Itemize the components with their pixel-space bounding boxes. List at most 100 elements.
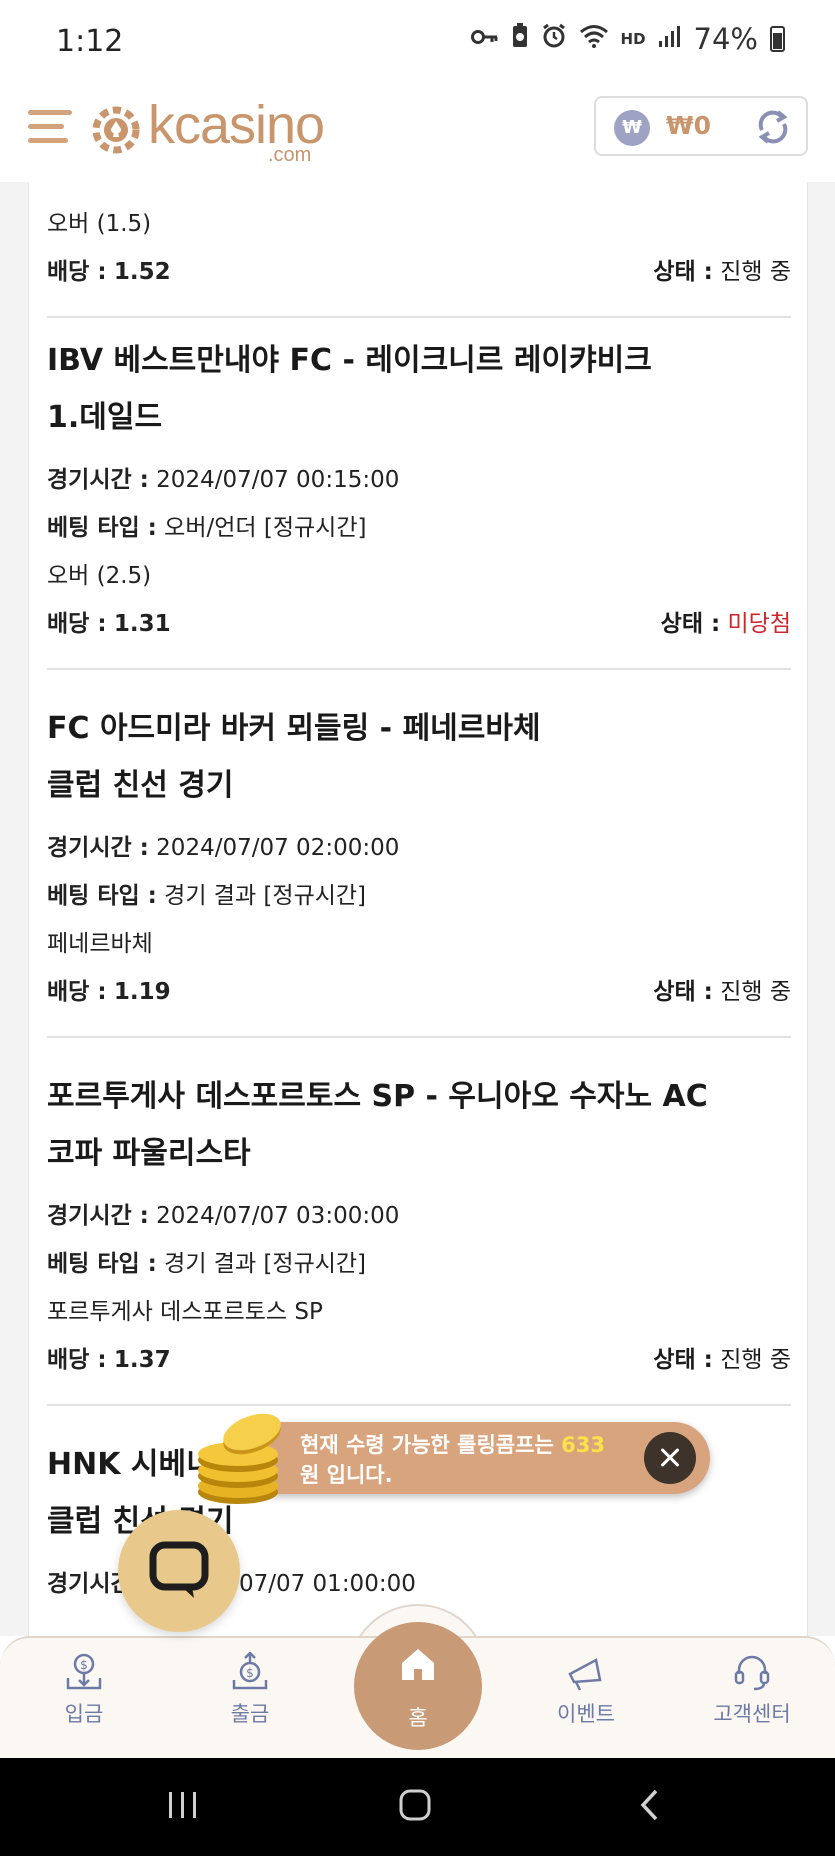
nav-events[interactable]: 이벤트 (526, 1652, 646, 1728)
status-label: 상태 : (653, 1347, 713, 1373)
nav-deposit[interactable]: $ 입금 (24, 1652, 144, 1728)
megaphone-icon (568, 1658, 602, 1691)
home-system-icon[interactable] (398, 1788, 432, 1826)
match-title-line2: 클럽 친선 경기 (47, 768, 234, 803)
match-time: 경기시간 : 2024/07/07 03:00:00 (47, 1196, 399, 1230)
divider (47, 316, 791, 318)
kcasino-logo[interactable]: kcasino .com (92, 94, 332, 166)
bet-history-list: 오버 (1.5) 배당 : 1.52 상태 : 진행 중 IBV 베스트만내야 … (28, 182, 808, 1636)
bet-type-label: 베팅 타입 : (47, 883, 157, 909)
bet-odds: 배당 : 1.52 (47, 252, 171, 286)
nav-support[interactable]: 고객센터 (692, 1652, 812, 1728)
bet-type: 베팅 타입 : 오버/언더 [정규시간] (47, 508, 366, 542)
clock: 1:12 (56, 24, 124, 59)
withdraw-icon: $ (232, 1652, 268, 1690)
alarm-icon (541, 23, 567, 56)
odds-value: 1.31 (113, 611, 171, 637)
nav-deposit-label: 입금 (64, 1702, 104, 1726)
status-label: 상태 : (653, 979, 713, 1005)
divider (47, 1404, 791, 1406)
headset-icon (734, 1655, 770, 1691)
won-coin-icon: ₩ (614, 110, 650, 146)
recent-apps-icon[interactable] (166, 1788, 200, 1826)
chat-button[interactable] (118, 1510, 240, 1632)
key-icon (470, 24, 499, 54)
logo-domain: .com (268, 144, 312, 166)
match-title-line2: 코파 파울리스타 (47, 1136, 251, 1171)
back-icon[interactable] (634, 1788, 668, 1826)
status-bar: 1:12 HD 74% (0, 0, 835, 86)
odds-value: 1.37 (113, 1347, 171, 1373)
match-time-value: 2024/07/07 02:00:00 (156, 835, 400, 861)
rolling-comp-toast[interactable]: 현재 수령 가능한 롤링콤프는 633 원 입니다. (238, 1422, 710, 1494)
odds-label: 배당 : (47, 259, 107, 285)
poker-chip-icon (92, 106, 140, 154)
status-label: 상태 : (660, 611, 721, 637)
odds-value: 1.52 (113, 259, 171, 285)
app-header: kcasino .com ₩ ₩0 (0, 86, 835, 182)
match-time: 경기시간 : 2024/07/07 00:15:00 (47, 460, 399, 494)
match-time-label: 경기시간 : (47, 467, 149, 493)
bet-type-value: 경기 결과 [정규시간] (164, 883, 367, 909)
bet-selection: 오버 (1.5) (47, 211, 152, 237)
toast-text-before: 현재 수령 가능한 롤링콤프는 (300, 1433, 562, 1457)
bet-type-value: 경기 결과 [정규시간] (164, 1251, 367, 1277)
close-icon[interactable] (644, 1432, 696, 1484)
status-value: 진행 중 (720, 979, 791, 1005)
balance-box[interactable]: ₩ ₩0 (594, 96, 808, 156)
nav-home[interactable]: 홈 (354, 1622, 482, 1750)
refresh-icon[interactable] (754, 108, 792, 146)
nav-withdraw-label: 출금 (230, 1702, 270, 1726)
bet-status: 상태 : 진행 중 (653, 1340, 791, 1374)
home-icon (402, 1649, 434, 1680)
odds-label: 배당 : (47, 1347, 107, 1373)
match-time-label: 경기시간 : (47, 835, 149, 861)
status-icons: HD 74% (470, 22, 785, 56)
status-value: 진행 중 (720, 259, 791, 285)
nav-support-label: 고객센터 (713, 1702, 791, 1726)
nav-events-label: 이벤트 (557, 1702, 615, 1726)
bet-status: 상태 : 진행 중 (653, 972, 791, 1006)
nav-withdraw[interactable]: $ 출금 (190, 1652, 310, 1728)
bet-odds: 배당 : 1.37 (47, 1340, 171, 1374)
bet-odds: 배당 : 1.31 (47, 604, 171, 638)
bet-status: 상태 : 진행 중 (653, 252, 791, 286)
gold-coins-icon (198, 1413, 281, 1504)
signal-icon (658, 24, 682, 55)
status-value: 진행 중 (720, 1347, 791, 1373)
status-label: 상태 : (653, 259, 713, 285)
deposit-icon: $ (66, 1653, 102, 1690)
hd-indicator: HD (620, 30, 646, 48)
battery-percent: 74% (693, 22, 758, 56)
match-title: FC 아드미라 바커 뫼들링 - 페네르바체 클럽 친선 경기 (47, 700, 791, 814)
system-nav-bar (0, 1758, 835, 1856)
svg-text:$: $ (246, 1666, 254, 1680)
bet-type: 베팅 타입 : 경기 결과 [정규시간] (47, 876, 366, 910)
divider (47, 668, 791, 670)
match-time-label: 경기시간 : (47, 1203, 149, 1229)
chat-icon (149, 1541, 209, 1598)
divider (47, 1036, 791, 1038)
toast-message: 현재 수령 가능한 롤링콤프는 633 원 입니다. (300, 1430, 630, 1490)
status-value: 미당첨 (727, 611, 791, 637)
battery-icon (770, 26, 785, 52)
match-title-line2: 1.데일드 (47, 400, 163, 435)
bet-type-value: 오버/언더 [정규시간] (164, 515, 367, 541)
bet-type-label: 베팅 타입 : (47, 515, 157, 541)
match-title-line1: IBV 베스트만내야 FC - 레이크니르 레이캬비크 (47, 343, 652, 378)
bet-status: 상태 : 미당첨 (661, 604, 791, 638)
bet-type-cut (47, 182, 54, 190)
bet-selection: 페네르바체 (47, 931, 153, 957)
svg-text:$: $ (80, 1658, 88, 1672)
menu-icon[interactable] (28, 102, 74, 148)
match-time-value: 2024/07/07 00:15:00 (156, 467, 400, 493)
match-title: IBV 베스트만내야 FC - 레이크니르 레이캬비크 1.데일드 (47, 332, 791, 446)
match-title: 포르투게사 데스포르토스 SP - 우니아오 수자노 AC 코파 파울리스타 (47, 1068, 791, 1182)
match-time: 경기시간 : 2024/07/07 02:00:00 (47, 828, 399, 862)
battery-saver-icon (511, 22, 529, 56)
match-title-line1: 포르투게사 데스포르토스 SP - 우니아오 수자노 AC (47, 1079, 708, 1114)
nav-home-label: 홈 (408, 1706, 428, 1730)
bet-selection: 포르투게사 데스포르토스 SP (47, 1299, 323, 1325)
match-time-value: 07/07 01:00:00 (238, 1571, 416, 1597)
odds-label: 배당 : (47, 979, 107, 1005)
